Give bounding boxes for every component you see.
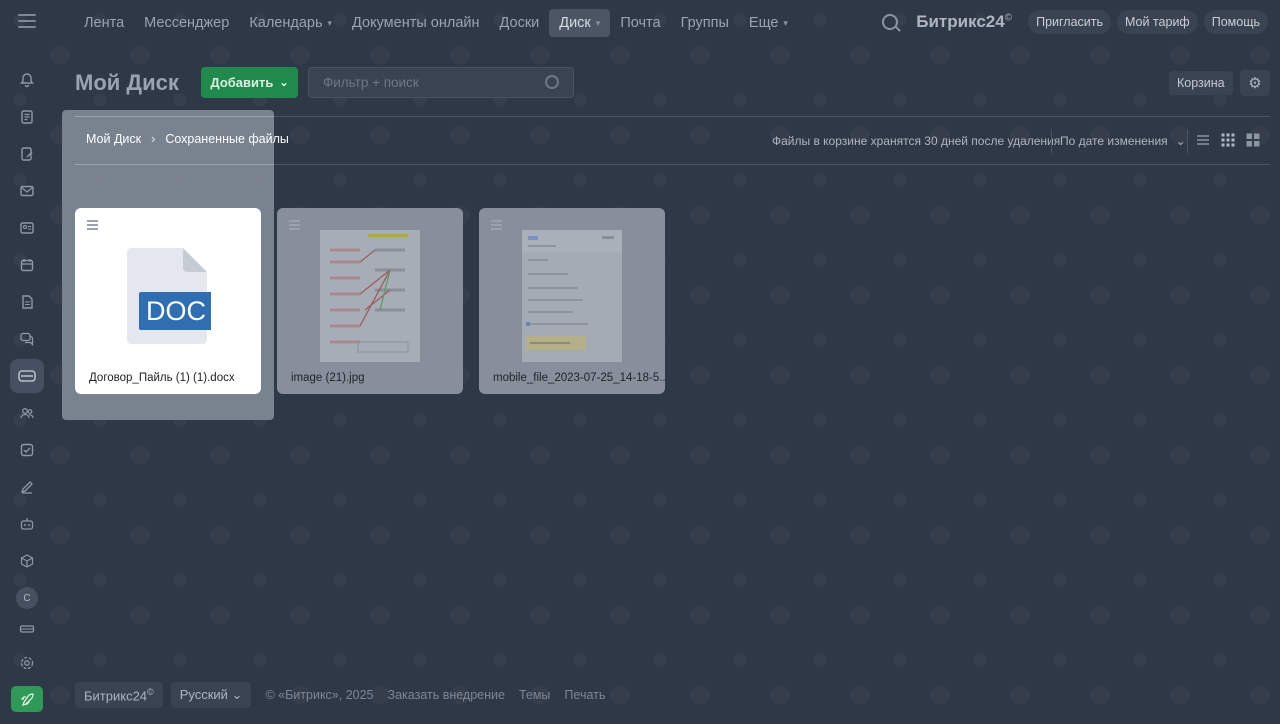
users-icon[interactable] xyxy=(10,396,44,430)
disk-icon[interactable] xyxy=(10,359,44,393)
divider xyxy=(1187,129,1188,153)
nav-item-calendar[interactable]: Календарь ▾ xyxy=(239,9,342,37)
help-button[interactable]: Помощь xyxy=(1203,10,1268,34)
image-thumbnail xyxy=(320,230,420,362)
themes-link[interactable]: Темы xyxy=(519,688,550,702)
large-tiles-view-icon[interactable] xyxy=(1246,133,1260,147)
gear-icon[interactable]: ⚙ xyxy=(1240,70,1270,96)
avatar-icon[interactable]: C xyxy=(10,581,44,615)
image-thumbnail xyxy=(522,230,622,362)
footer-brand-mark: © xyxy=(147,687,154,697)
breadcrumb: Мой Диск › Сохраненные файлы xyxy=(86,132,289,146)
chevron-down-icon: ⌄ xyxy=(279,77,289,89)
top-right: Битрикс24© Пригласить Мой тариф Помощь xyxy=(882,10,1268,34)
chevron-down-icon: ▾ xyxy=(595,17,601,28)
doc-type-label: DOC xyxy=(146,296,206,326)
checkbox-icon[interactable] xyxy=(10,433,44,467)
file-card[interactable]: DOC Договор_Пайль (1) (1).docx xyxy=(75,208,261,394)
chevron-down-icon: ⌄ xyxy=(231,687,243,703)
search-icon[interactable] xyxy=(545,75,559,89)
nav-item-messenger[interactable]: Мессенджер xyxy=(134,9,239,37)
card-icon[interactable] xyxy=(10,612,44,646)
order-implementation-link[interactable]: Заказать внедрение xyxy=(388,688,505,702)
file-card[interactable]: mobile_file_2023-07-25_14-18-5... xyxy=(479,208,665,394)
drag-handle-icon[interactable] xyxy=(491,220,502,232)
search-icon[interactable] xyxy=(882,14,899,30)
breadcrumb-current[interactable]: Сохраненные файлы xyxy=(165,132,289,146)
document-icon[interactable] xyxy=(10,285,44,319)
nav-label: Доски xyxy=(499,15,540,31)
file-name[interactable]: Договор_Пайль (1) (1).docx xyxy=(89,372,235,384)
divider xyxy=(75,116,274,117)
page-title: Мой Диск xyxy=(75,70,179,95)
chevron-down-icon: ⌄ xyxy=(1175,134,1186,148)
nav-label: Мессенджер xyxy=(144,15,230,31)
filter-placeholder: Фильтр + поиск xyxy=(323,75,419,90)
doc-file-icon: DOC xyxy=(127,248,211,344)
chevron-down-icon: ▾ xyxy=(327,17,333,28)
chevron-right-icon: › xyxy=(151,132,156,146)
top-nav: Лента Мессенджер Календарь ▾ Документы он… xyxy=(74,9,798,37)
nav-label: Календарь xyxy=(249,15,323,31)
nav-label: Документы онлайн xyxy=(352,15,480,31)
nav-item-more[interactable]: Еще ▾ xyxy=(739,9,798,37)
tasks-edit-icon[interactable] xyxy=(10,137,44,171)
drag-handle-icon[interactable] xyxy=(87,220,98,232)
list-view-icon[interactable] xyxy=(1196,133,1210,147)
add-button[interactable]: Добавить ⌄ xyxy=(201,67,298,98)
nav-item-disk[interactable]: Диск ▾ xyxy=(549,9,611,37)
breadcrumb-root[interactable]: Мой Диск xyxy=(86,132,141,146)
top-bar: Лента Мессенджер Календарь ▾ Документы он… xyxy=(0,0,1280,46)
file-name[interactable]: mobile_file_2023-07-25_14-18-5... xyxy=(493,372,665,384)
chevron-down-icon: ▾ xyxy=(783,17,788,28)
nav-label: Диск xyxy=(559,15,591,31)
pen-icon[interactable] xyxy=(10,470,44,504)
brand-text: Битрикс24 xyxy=(916,12,1005,31)
avatar-letter: C xyxy=(16,587,38,609)
divider xyxy=(75,164,274,165)
menu-burger-icon[interactable] xyxy=(18,14,36,30)
chat-icon[interactable] xyxy=(10,322,44,356)
nav-item-feed[interactable]: Лента xyxy=(74,9,134,37)
file-card[interactable]: image (21).jpg xyxy=(277,208,463,394)
calendar-icon[interactable] xyxy=(10,248,44,282)
nav-item-groups[interactable]: Группы xyxy=(671,9,739,37)
brand-clock-mark: © xyxy=(1004,12,1013,24)
bell-icon[interactable] xyxy=(10,63,44,97)
footer-brand[interactable]: Битрикс24© xyxy=(75,682,163,709)
trash-retention-note: Файлы в корзине хранятся 30 дней после у… xyxy=(772,134,1061,148)
copyright-text: © «Битрикс», 2025 xyxy=(265,688,374,703)
footer: Битрикс24© Русский ⌄ © «Битрикс», 2025 З… xyxy=(75,682,605,709)
nav-item-documents[interactable]: Документы онлайн xyxy=(342,9,489,37)
footer-brand-text: Битрикс24 xyxy=(84,688,148,704)
language-label: Русский xyxy=(179,687,228,703)
robot-icon[interactable] xyxy=(10,507,44,541)
contacts-icon[interactable] xyxy=(10,211,44,245)
sort-label: По дате изменения xyxy=(1060,134,1168,148)
nav-label: Еще xyxy=(748,15,779,31)
nav-label: Группы xyxy=(680,15,729,31)
trash-button[interactable]: Корзина xyxy=(1169,71,1233,95)
filter-search-input[interactable]: Фильтр + поиск xyxy=(308,67,574,98)
rocket-icon[interactable] xyxy=(11,686,43,712)
drag-handle-icon[interactable] xyxy=(289,220,300,232)
file-name[interactable]: image (21).jpg xyxy=(291,372,365,384)
language-select[interactable]: Русский ⌄ xyxy=(170,682,252,709)
brand-logo[interactable]: Битрикс24© xyxy=(916,12,1012,32)
sort-dropdown[interactable]: По дате изменения ⌄ xyxy=(1060,134,1186,148)
nav-item-boards[interactable]: Доски xyxy=(490,9,550,37)
grid-view-icon[interactable] xyxy=(1221,133,1235,147)
divider xyxy=(1051,129,1052,153)
feed-icon[interactable] xyxy=(10,100,44,134)
print-link[interactable]: Печать xyxy=(564,688,605,702)
tariff-button[interactable]: Мой тариф xyxy=(1117,10,1198,34)
mail-icon[interactable] xyxy=(10,174,44,208)
settings-icon[interactable] xyxy=(10,646,44,680)
add-button-label: Добавить xyxy=(210,75,274,90)
nav-item-mail[interactable]: Почта xyxy=(610,9,670,37)
nav-label: Почта xyxy=(620,15,661,31)
nav-label: Лента xyxy=(84,15,125,31)
invite-button[interactable]: Пригласить xyxy=(1028,10,1111,34)
box-icon[interactable] xyxy=(10,544,44,578)
